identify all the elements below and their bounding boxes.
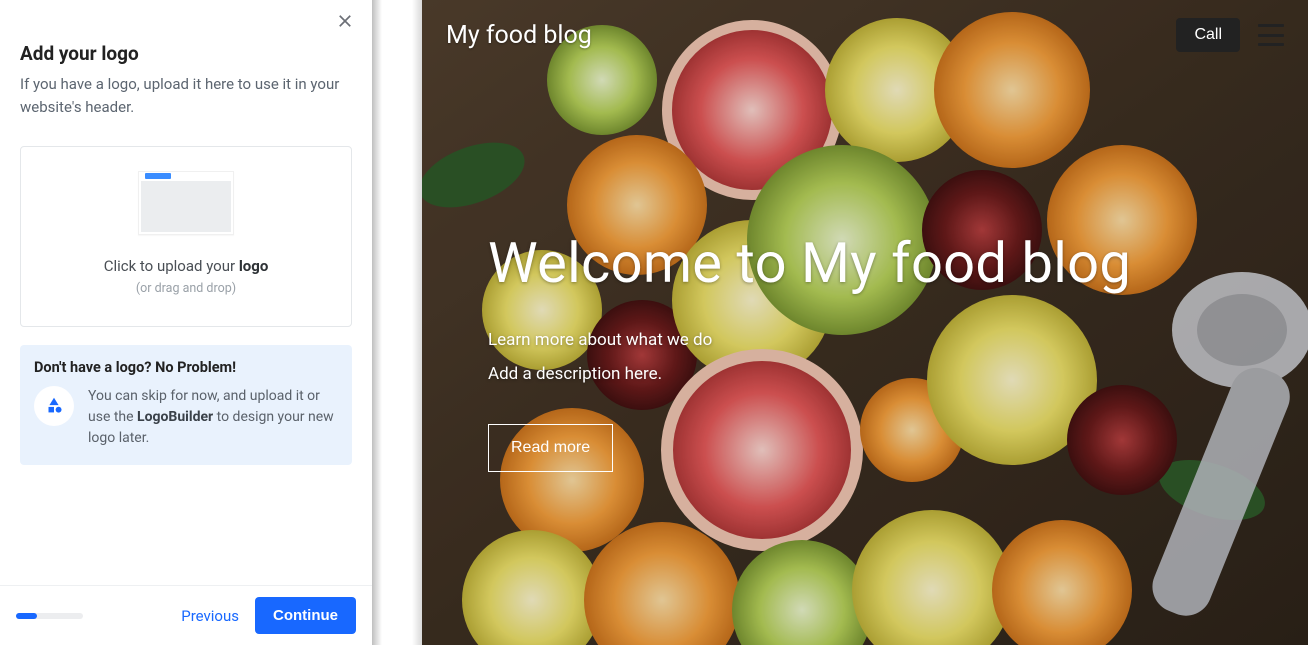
panel-divider	[372, 0, 422, 645]
panel-title: Add your logo	[20, 42, 352, 65]
read-more-button[interactable]: Read more	[488, 424, 613, 472]
panel-subtitle: If you have a logo, upload it here to us…	[20, 73, 352, 120]
wizard-progress-fill	[16, 613, 37, 619]
continue-button[interactable]: Continue	[255, 597, 356, 634]
call-button[interactable]: Call	[1176, 18, 1240, 52]
upload-placeholder-icon	[138, 171, 234, 235]
logobuilder-icon	[34, 386, 74, 426]
upload-instruction: Click to upload your logo	[104, 257, 269, 275]
preview-header: My food blog Call	[422, 0, 1308, 70]
upload-hint: (or drag and drop)	[136, 281, 236, 296]
hero-section: Welcome to My food blog Learn more about…	[488, 230, 1268, 472]
site-title[interactable]: My food blog	[446, 21, 592, 50]
info-card-text: You can skip for now, and upload it or u…	[88, 386, 338, 449]
site-preview: My food blog Call Welcome to My food blo…	[422, 0, 1308, 645]
wizard-footer: Previous Continue	[0, 585, 372, 645]
previous-button[interactable]: Previous	[181, 607, 239, 625]
no-logo-info-card: Don't have a logo? No Problem! You can s…	[20, 345, 352, 465]
logo-upload-dropzone[interactable]: Click to upload your logo (or drag and d…	[20, 146, 352, 327]
wizard-sidebar: Add your logo If you have a logo, upload…	[0, 0, 372, 645]
info-card-title: Don't have a logo? No Problem!	[34, 359, 338, 376]
hero-subtitle-2[interactable]: Add a description here.	[488, 364, 1268, 384]
menu-icon[interactable]	[1258, 24, 1284, 46]
hero-subtitle-1[interactable]: Learn more about what we do	[488, 330, 1268, 350]
wizard-progress-bar	[16, 613, 83, 619]
close-icon[interactable]	[336, 12, 358, 34]
hero-title[interactable]: Welcome to My food blog	[488, 230, 1268, 296]
